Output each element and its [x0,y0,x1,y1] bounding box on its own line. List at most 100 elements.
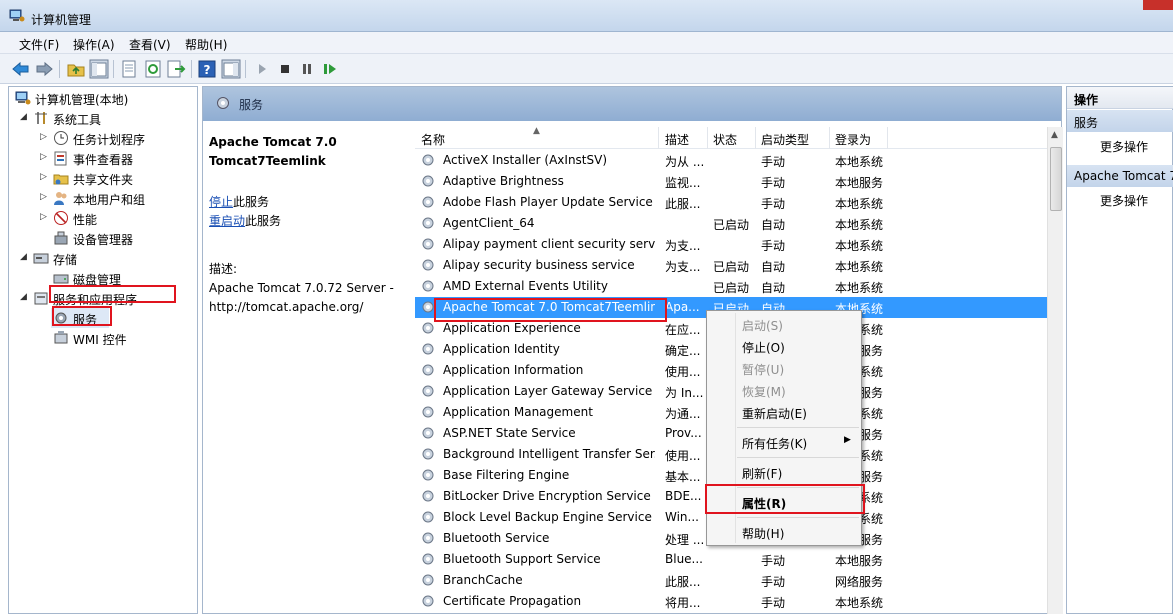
actions-pane: 操作 服务 更多操作 Apache Tomcat 7.0 Tomcat7Teem… [1066,86,1173,614]
storage-icon [33,253,49,264]
menu-action[interactable]: 操作(A) [73,36,115,53]
context-menu-restart[interactable]: 重新启动(E) [742,405,807,422]
export-list-icon[interactable] [166,59,186,79]
vertical-scrollbar[interactable]: ▲ [1047,127,1063,614]
computer-management-icon [9,9,25,22]
properties-icon[interactable] [119,59,139,79]
start-service-icon[interactable] [252,59,272,79]
column-header-logon-as[interactable]: 登录为 [835,131,871,148]
table-row[interactable]: Bluetooth Support Service Blue... 手动 本地服务 [415,549,1047,570]
service-logon-cell: 本地系统 [835,155,884,169]
collapse-toggle-icon[interactable]: ◢ [20,113,28,122]
menu-file[interactable]: 文件(F) [19,36,59,53]
submenu-arrow-icon: ▶ [844,435,851,445]
forward-arrow-icon[interactable] [34,59,54,79]
context-menu-all-tasks[interactable]: 所有任务(K) [742,435,807,452]
service-startup-type-cell: 手动 [761,596,786,610]
menu-help[interactable]: 帮助(H) [185,36,227,53]
table-row[interactable]: AMD External Events Utility 已启动 自动 本地系统 [415,276,1047,297]
service-name-cell: AMD External Events Utility [443,279,608,293]
service-gear-icon [422,322,434,334]
collapse-toggle-icon[interactable]: ◢ [20,253,28,262]
service-description-cell: Prov... [665,426,702,440]
expand-toggle-icon[interactable]: ▷ [40,213,48,222]
service-logon-cell: 本地系统 [835,218,884,232]
service-startup-type-cell: 手动 [761,239,786,253]
context-menu-help[interactable]: 帮助(H) [742,525,784,542]
more-actions-tomcat[interactable]: 更多操作 [1100,192,1148,209]
show-hide-tree-icon[interactable] [89,59,109,79]
refresh-icon[interactable] [143,59,163,79]
services-apps-icon [34,292,48,305]
expand-toggle-icon[interactable]: ▷ [40,133,48,142]
actions-section-tomcat[interactable]: Apache Tomcat 7.0 Tomcat7Teemlink [1067,165,1173,187]
menu-view[interactable]: 查看(V) [129,36,171,53]
restart-service-link[interactable]: 重启动 [209,214,245,228]
column-header-name[interactable]: 名称 [421,131,445,148]
table-row[interactable]: AgentClient_64 已启动 自动 本地系统 [415,213,1047,234]
more-actions-services[interactable]: 更多操作 [1100,138,1148,155]
help-icon[interactable]: ? [197,59,217,79]
table-row[interactable]: Adobe Flash Player Update Service 此服... 手动… [415,192,1047,213]
expand-toggle-icon[interactable]: ▷ [40,173,48,182]
context-menu-resume[interactable]: 恢复(M) [742,383,786,400]
column-header-description[interactable]: 描述 [665,131,689,148]
column-header-startup-type[interactable]: 启动类型 [761,131,809,148]
action-pane-icon[interactable] [221,59,241,79]
table-row[interactable]: ActiveX Installer (AxInstSV) 为从 ... 手动 本地系统 [415,150,1047,171]
title-bar: 计算机管理 [0,0,1173,32]
service-gear-icon [422,469,434,481]
expand-toggle-icon[interactable]: ▷ [40,153,48,162]
close-button[interactable] [1143,0,1173,10]
stop-service-icon[interactable] [275,59,295,79]
service-description-cell: 为通... [665,407,701,421]
column-header-status[interactable]: 状态 [713,131,737,148]
table-row[interactable]: Adaptive Brightness 监视... 手动 本地服务 [415,171,1047,192]
service-gear-icon [422,364,434,376]
service-gear-icon [422,427,434,439]
service-name-cell: ActiveX Installer (AxInstSV) [443,153,608,167]
service-name-cell: BranchCache [443,573,523,587]
service-logon-cell: 本地系统 [835,260,884,274]
service-name-cell: Alipay payment client security service [443,237,655,251]
service-detail-name-line1: Apache Tomcat 7.0 [209,135,337,149]
scroll-up-icon[interactable]: ▲ [1051,130,1058,140]
service-logon-cell: 本地系统 [835,281,884,295]
service-startup-type-cell: 自动 [761,281,786,295]
table-row[interactable]: BranchCache 此服... 手动 网络服务 [415,570,1047,591]
up-folder-icon[interactable] [66,59,86,79]
tools-icon [35,112,47,124]
context-menu-stop[interactable]: 停止(O) [742,339,785,356]
service-gear-icon [422,595,434,607]
service-description-cell: Win... [665,510,699,524]
service-description-cell: 此服... [665,197,701,211]
pause-service-icon[interactable] [297,59,317,79]
actions-section-services[interactable]: 服务 [1067,110,1173,132]
service-name-cell: ASP.NET State Service [443,426,576,440]
stop-service-link[interactable]: 停止 [209,195,233,209]
service-description-cell: 为 In... [665,386,704,400]
context-menu-pause[interactable]: 暂停(U) [742,361,784,378]
collapse-toggle-icon[interactable]: ◢ [20,293,28,302]
performance-icon [54,211,68,225]
highlight-box-services [52,306,112,326]
toolbar: ? [0,54,1173,84]
clock-icon [54,131,68,145]
expand-toggle-icon[interactable]: ▷ [40,193,48,202]
restart-service-icon[interactable] [320,59,340,79]
table-row[interactable]: Alipay payment client security service 为支… [415,234,1047,255]
back-arrow-icon[interactable] [11,59,31,79]
scrollbar-thumb[interactable] [1050,147,1062,211]
table-row[interactable]: Alipay security business service 为支... 已启动… [415,255,1047,276]
context-menu-refresh[interactable]: 刷新(F) [742,465,782,482]
service-startup-type-cell: 自动 [761,218,786,232]
service-name-cell: BitLocker Drive Encryption Service [443,489,651,503]
sort-ascending-icon: ▲ [533,126,540,136]
service-gear-icon [422,301,434,313]
context-menu-start[interactable]: 启动(S) [742,317,783,334]
actions-title: 操作 [1067,87,1173,109]
service-gear-icon [422,406,434,418]
service-name-cell: Application Identity [443,342,560,356]
service-logon-cell: 本地系统 [835,197,884,211]
table-row[interactable]: Certificate Propagation 将用... 手动 本地系统 [415,591,1047,612]
